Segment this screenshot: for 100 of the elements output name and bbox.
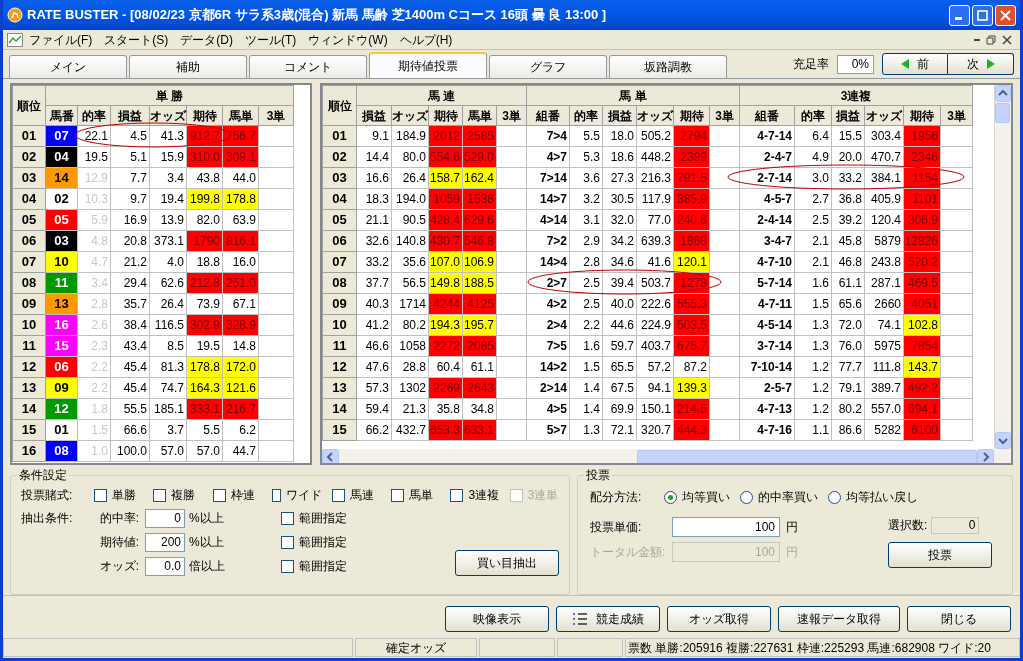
unit-label: 倍以上 (188, 558, 226, 575)
rank-cell: 05 (12, 209, 46, 231)
checkbox[interactable] (94, 488, 108, 502)
checkbox[interactable] (153, 488, 167, 502)
tab[interactable]: コメント (249, 55, 367, 78)
rank-cell: 04 (12, 188, 46, 210)
horizontal-scrollbar[interactable] (322, 449, 1011, 463)
checkbox-label: 範囲指定 (299, 510, 347, 527)
app-icon (7, 7, 23, 23)
rank-cell: 09 (12, 293, 46, 315)
filter-label: 期待値: (98, 534, 140, 551)
menu-item[interactable]: ファイル(F) (23, 30, 99, 49)
rank-cell: 04 (322, 188, 357, 210)
group-title: 投票 (584, 468, 612, 482)
rank-cell: 06 (12, 230, 46, 252)
rank-cell: 08 (322, 272, 357, 294)
filter-field[interactable]: 200 (145, 532, 185, 552)
rank-cell: 12 (322, 356, 357, 378)
checkbox[interactable] (212, 488, 226, 502)
tab[interactable]: 補助 (129, 55, 247, 78)
rank-cell: 10 (12, 314, 46, 336)
action-button[interactable]: 競走成績 (556, 606, 660, 632)
count-field: 0 (931, 516, 980, 534)
filter-field[interactable]: 0.0 (145, 556, 185, 576)
checkbox[interactable] (281, 559, 294, 573)
scroll-down-icon[interactable] (995, 432, 1011, 449)
filter-label: オッズ: (98, 558, 140, 575)
extract-button[interactable]: 買い目抽出 (455, 550, 559, 576)
action-button[interactable]: 速報データ取得 (778, 606, 900, 632)
unit-label: 円 (785, 543, 798, 561)
chart-icon (7, 32, 23, 47)
tab[interactable]: 期待値投票 (369, 52, 487, 78)
tab[interactable]: グラフ (489, 55, 607, 78)
radio-button[interactable] (664, 490, 677, 504)
tab[interactable]: 坂路調教 (609, 55, 727, 78)
count-label: 選択数: (888, 517, 928, 534)
checkbox-label: 3連単 (527, 487, 559, 504)
radio-button[interactable] (828, 490, 841, 504)
rank-cell: 05 (322, 209, 357, 231)
restore-icon[interactable] (986, 34, 996, 45)
scroll-thumb[interactable] (995, 103, 1010, 123)
group-title: 条件設定 (17, 468, 69, 482)
scroll-right-icon[interactable] (977, 449, 994, 463)
checkbox[interactable] (331, 488, 345, 502)
method-label: 配分方法: (590, 489, 643, 506)
rank-cell: 16 (12, 440, 46, 462)
checkbox-label: 複勝 (171, 487, 196, 504)
maximize-button[interactable] (972, 4, 993, 26)
fill-rate-field[interactable]: 0% (837, 54, 874, 74)
unit-label: %以上 (188, 510, 225, 527)
maximize-icon (977, 9, 988, 21)
previous-button[interactable]: 前 (882, 53, 948, 75)
action-button[interactable]: 閉じる (907, 606, 1011, 632)
menu-item[interactable]: ヘルプ(H) (393, 30, 459, 49)
vote-button[interactable]: 投票 (888, 542, 992, 568)
status-panel (557, 638, 623, 657)
rank-cell: 02 (12, 146, 46, 168)
checkbox-label: 馬連 (349, 487, 374, 504)
group-header: 馬 単 (526, 85, 740, 106)
menu-item[interactable]: ツール(T) (239, 30, 303, 49)
menu-item[interactable]: ウィンドウ(W) (302, 30, 394, 49)
radio-label: 的中率買い (758, 489, 818, 506)
unit-label: 円 (785, 518, 798, 536)
vote-counts: 票数 単勝:205916 複勝:227631 枠連:225293 馬連:682908 ワイド:20 (625, 638, 1020, 657)
rank-cell: 06 (322, 230, 357, 252)
menu-item[interactable]: スタート(S) (98, 30, 175, 49)
right-triangle-icon (986, 59, 995, 69)
minimize-icon[interactable] (974, 38, 980, 41)
vertical-scrollbar[interactable] (994, 85, 1011, 449)
checkbox[interactable] (450, 488, 464, 502)
unit-label: %以上 (188, 534, 225, 551)
window-title: RATE BUSTER - [08/02/23 京都6R サラ系3歳(混合) 新馬 馬齢 芝1400m Cコース 16頭 曇 良 13:00 ] (27, 6, 607, 25)
rank-cell: 08 (12, 272, 46, 294)
rank-cell: 15 (12, 419, 46, 441)
minimize-button[interactable] (949, 4, 970, 26)
action-button[interactable]: オッズ取得 (667, 606, 771, 632)
rank-cell: 07 (12, 251, 46, 273)
menu-item[interactable]: データ(D) (174, 30, 239, 49)
checkbox[interactable] (391, 488, 405, 502)
next-button[interactable]: 次 (948, 53, 1014, 75)
action-button[interactable]: 映像表示 (445, 606, 549, 632)
close-icon[interactable] (1002, 34, 1012, 45)
scroll-left-icon[interactable] (322, 449, 339, 463)
checkbox[interactable] (281, 511, 294, 525)
filter-field[interactable]: 0 (145, 508, 185, 528)
close-button[interactable] (995, 4, 1016, 26)
rank-cell: 15 (322, 419, 357, 441)
checkbox-label: 範囲指定 (299, 534, 347, 551)
scroll-up-icon[interactable] (995, 85, 1011, 102)
radio-button[interactable] (740, 490, 753, 504)
checkbox-label: 枠連 (230, 487, 255, 504)
rank-cell: 11 (322, 335, 357, 357)
amount-field[interactable]: 100 (672, 516, 780, 537)
rank-cell: 12 (12, 356, 46, 378)
tab[interactable]: メイン (9, 55, 127, 78)
radio-label: 均等払い戻し (846, 489, 918, 506)
rank-cell: 13 (12, 377, 46, 399)
checkbox[interactable] (271, 488, 281, 502)
group-header: 3連複 (739, 85, 973, 106)
checkbox[interactable] (281, 535, 294, 549)
